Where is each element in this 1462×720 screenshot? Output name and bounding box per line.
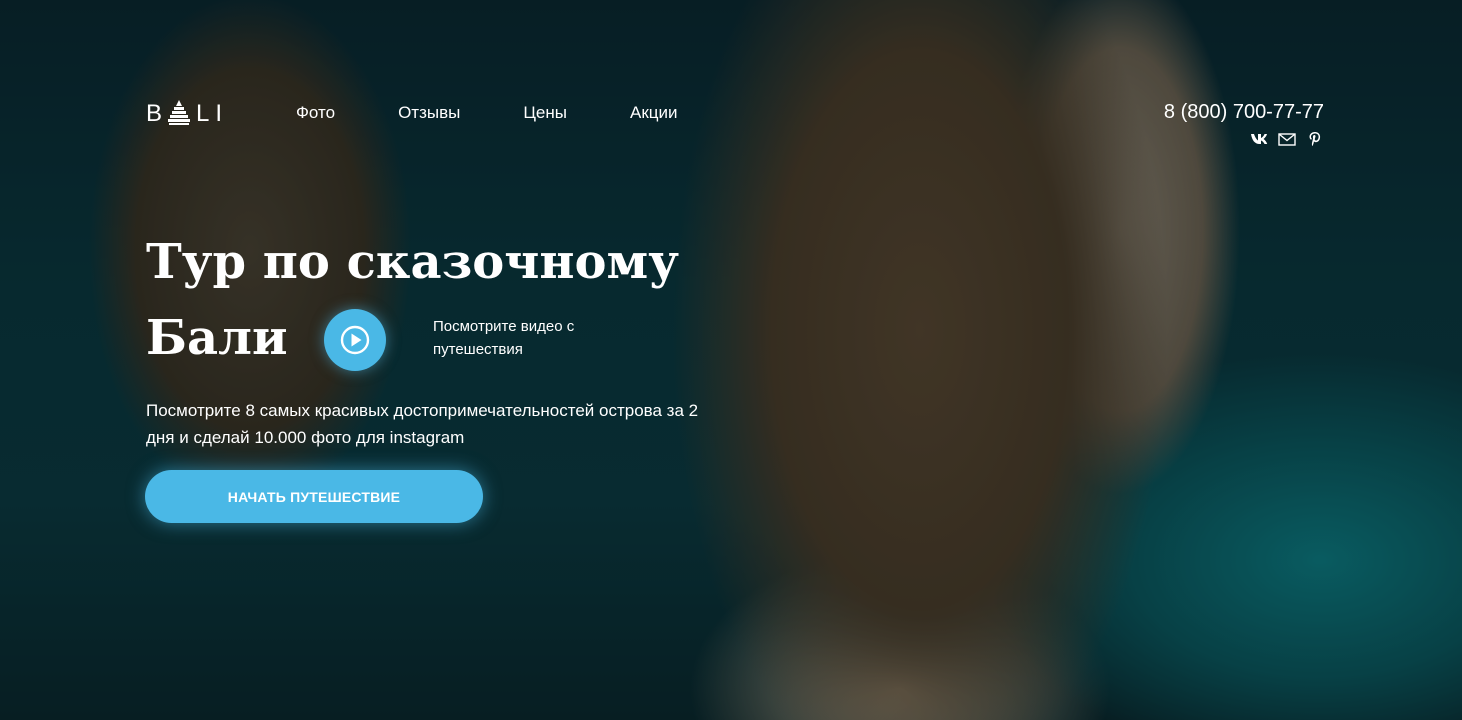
play-video-button[interactable] <box>324 309 386 371</box>
start-journey-button[interactable]: НАЧАТЬ ПУТЕШЕСТВИЕ <box>145 470 483 523</box>
nav-item-reviews[interactable]: Отзывы <box>398 103 460 123</box>
play-icon <box>340 325 370 355</box>
hero-title: Тур по сказочному Бали <box>146 224 706 376</box>
hero-subtitle: Посмотрите 8 самых красивых достопримеча… <box>146 401 699 447</box>
video-caption: Посмотрите видео с путешествия <box>433 318 575 358</box>
logo-letter-b: B <box>146 100 169 127</box>
mail-icon[interactable] <box>1278 131 1296 147</box>
logo-letters-li: LI <box>196 100 229 127</box>
pinterest-icon[interactable] <box>1306 131 1324 147</box>
hero-section: B LI Фото Отзывы Цены Акции 8 (800) 700-… <box>0 0 1462 720</box>
phone-link[interactable]: 8 (800) 700-77-77 <box>1164 101 1324 124</box>
hero-title-line-2: Бали <box>146 310 288 366</box>
temple-icon <box>168 98 191 126</box>
hero-title-line-1: Тур по сказочному <box>146 234 679 290</box>
nav-item-photo[interactable]: Фото <box>296 103 335 123</box>
logo[interactable]: B LI <box>146 100 228 128</box>
main-nav: Фото Отзывы Цены Акции <box>296 103 741 123</box>
vk-icon[interactable] <box>1250 131 1268 147</box>
site-header: B LI Фото Отзывы Цены Акции 8 (800) 700-… <box>146 96 1324 156</box>
contacts-block: 8 (800) 700-77-77 <box>1164 101 1324 147</box>
nav-item-promotions[interactable]: Акции <box>630 103 678 123</box>
social-links <box>1164 131 1324 147</box>
nav-item-prices[interactable]: Цены <box>523 103 567 123</box>
